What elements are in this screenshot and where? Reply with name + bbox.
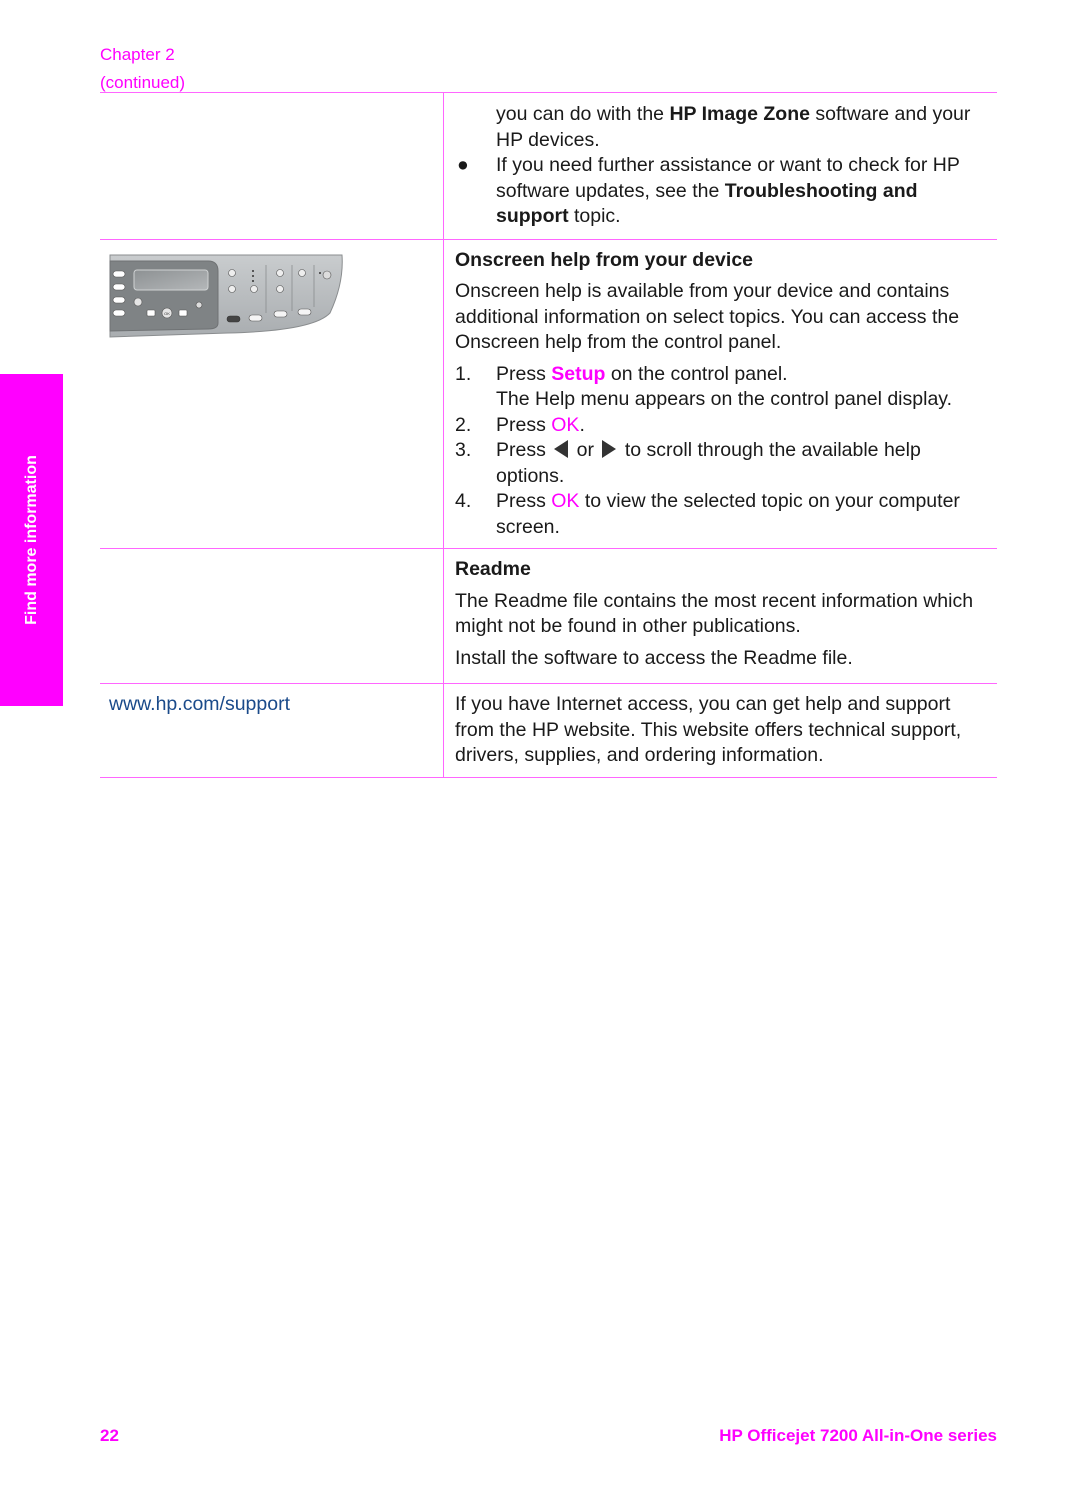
hp-support-link[interactable]: www.hp.com/support bbox=[109, 692, 290, 718]
table-row: OK Onscreen help from your device Onscre… bbox=[100, 239, 997, 549]
section-heading: Onscreen help from your device bbox=[455, 248, 754, 271]
left-arrow-icon bbox=[554, 439, 569, 458]
step-number: 3. bbox=[455, 439, 472, 461]
side-tab-label: Find more information bbox=[22, 455, 40, 625]
table-cell-right: If you have Internet access, you can get… bbox=[444, 684, 997, 777]
chapter-label: Chapter 2 bbox=[100, 45, 175, 64]
right-arrow-icon bbox=[602, 439, 617, 458]
ok-key: OK bbox=[551, 490, 580, 512]
step-number: 2. bbox=[455, 413, 472, 436]
table-cell-left: OK bbox=[100, 239, 444, 548]
table-cell-right: Readme The Readme file contains the most… bbox=[444, 549, 997, 683]
step-result: The Help menu appears on the control pan… bbox=[496, 388, 953, 410]
table-row: Readme The Readme file contains the most… bbox=[100, 549, 997, 684]
website-paragraph: If you have Internet access, you can get… bbox=[455, 693, 962, 766]
ok-key: OK bbox=[551, 413, 580, 436]
step-item: 2. Press OK. bbox=[455, 413, 987, 439]
step-item: 1. Press Setup on the control panel. The… bbox=[455, 362, 987, 413]
table-cell-left: www.hp.com/support bbox=[100, 684, 444, 777]
table-row: you can do with the HP Image Zone softwa… bbox=[100, 93, 997, 240]
step-item: 3. Press or to scroll through the availa… bbox=[455, 438, 987, 489]
intro-paragraph: Onscreen help is available from your dev… bbox=[455, 280, 960, 353]
svg-text:OK: OK bbox=[164, 311, 170, 316]
table-row: www.hp.com/support If you have Internet … bbox=[100, 684, 997, 778]
table-cell-right: Onscreen help from your device Onscreen … bbox=[444, 240, 997, 549]
table-cell-right: you can do with the HP Image Zone softwa… bbox=[444, 93, 997, 239]
bullet-icon: ● bbox=[457, 154, 469, 176]
readme-install-paragraph: Install the software to access the Readm… bbox=[455, 646, 853, 669]
page-number: 22 bbox=[100, 1426, 119, 1445]
bullet-item: ● If you need further assistance or want… bbox=[455, 153, 987, 230]
step-number: 1. bbox=[455, 362, 472, 385]
table-cell-left bbox=[100, 93, 444, 239]
side-tab: Find more information bbox=[0, 374, 63, 706]
continued-paragraph: you can do with the HP Image Zone softwa… bbox=[496, 103, 971, 151]
section-heading: Readme bbox=[455, 558, 531, 580]
table-cell-left bbox=[100, 549, 444, 683]
control-panel-image: OK bbox=[109, 254, 343, 338]
chapter-header: Chapter 2 (continued) bbox=[100, 41, 185, 97]
info-table: you can do with the HP Image Zone softwa… bbox=[100, 92, 997, 778]
product-title: HP Officejet 7200 All-in-One series bbox=[719, 1426, 997, 1445]
setup-key: Setup bbox=[551, 362, 606, 385]
step-number: 4. bbox=[455, 490, 472, 512]
readme-paragraph: The Readme file contains the most recent… bbox=[455, 589, 974, 638]
step-item: 4. Press OK to view the selected topic o… bbox=[455, 489, 987, 540]
hp-image-zone-term: HP Image Zone bbox=[669, 103, 810, 125]
